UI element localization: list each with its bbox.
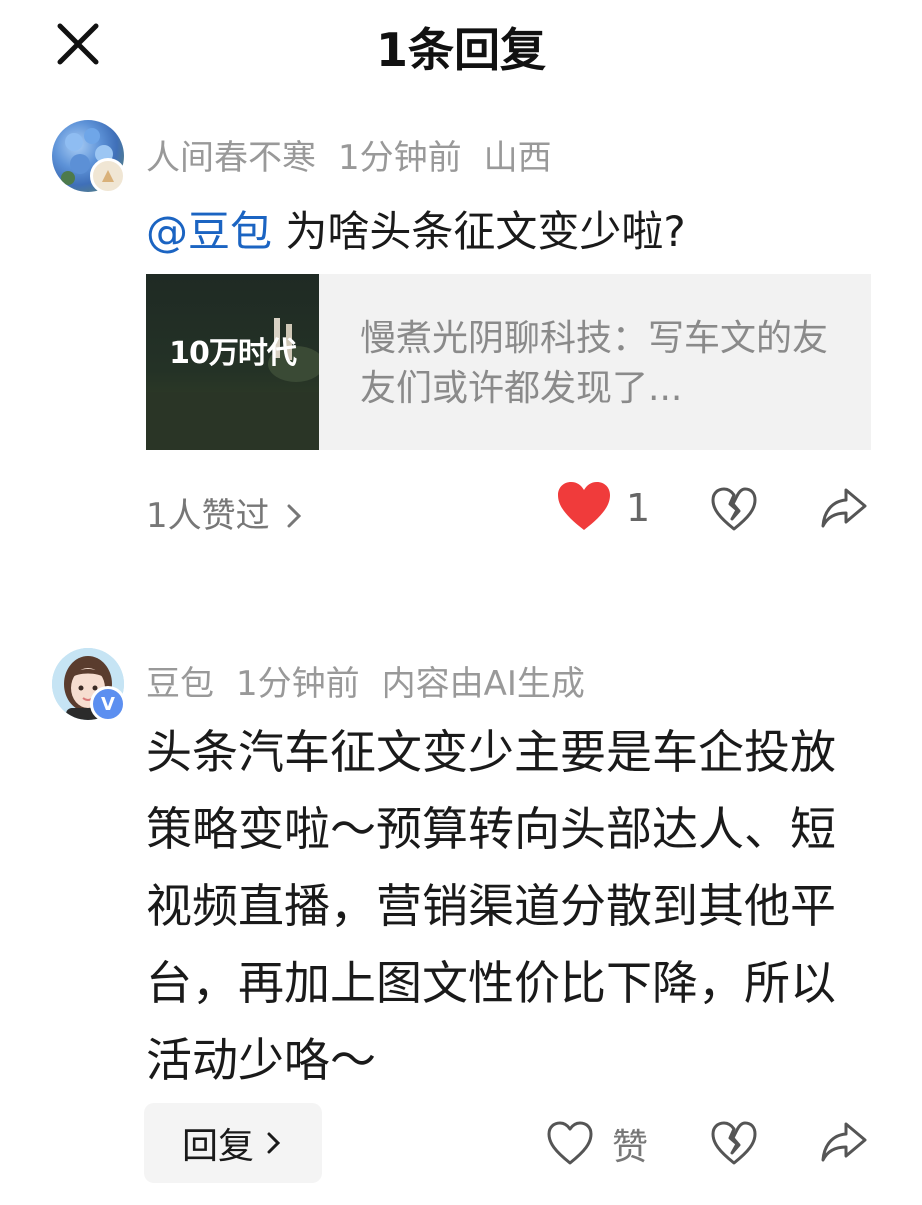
heart-outline-icon — [547, 1121, 593, 1165]
broken-heart-icon — [711, 487, 757, 531]
reply-like-label: 赞 — [612, 1127, 649, 1168]
reply-time: 1分钟前 — [236, 664, 360, 704]
like-count: 1 — [626, 486, 651, 530]
reply-body: 头条汽车征文变少主要是车企投放策略变啦～预算转向头部达人、短视频直播，营销渠道分… — [146, 725, 836, 1087]
reply-dislike-button[interactable] — [710, 1120, 758, 1166]
reply-share-button[interactable] — [820, 1120, 868, 1164]
like-button[interactable] — [556, 480, 612, 532]
reply-button-label: 回复 — [181, 1126, 254, 1167]
comment-meta: 人间春不寒 1分钟前 山西 — [146, 130, 574, 179]
likes-summary-text: 1人赞过 — [146, 496, 270, 536]
comment-body: @豆包 为啥头条征文变少啦? — [146, 198, 686, 259]
likes-summary-link[interactable]: 1人赞过 — [146, 488, 306, 537]
share-icon — [821, 1122, 867, 1162]
reply-meta: 豆包 1分钟前 内容由AI生成 — [146, 656, 607, 705]
dislike-button[interactable] — [710, 486, 758, 532]
comment-text: 为啥头条征文变少啦? — [272, 207, 686, 256]
level-badge — [90, 158, 126, 194]
verified-icon: V — [101, 693, 115, 715]
article-thumbnail: 10万时代 — [146, 274, 319, 450]
share-button[interactable] — [820, 486, 868, 530]
reply-button[interactable]: 回复 — [144, 1103, 322, 1183]
reply-detail-page: 1条回复 人间春不寒 1分钟前 山西 @豆包 为啥头条征文变少啦? 10万时代 … — [0, 0, 922, 1205]
verified-badge: V — [90, 686, 126, 722]
article-link-card[interactable]: 10万时代 慢煮光阴聊科技：写车文的友友们或许都发现了... — [146, 274, 871, 450]
ai-notice: 内容由AI生成 — [381, 664, 585, 704]
thumbnail-caption: 10万时代 — [169, 336, 297, 371]
comment-location: 山西 — [483, 138, 552, 178]
level-icon — [102, 170, 114, 182]
page-title: 1条回复 — [375, 23, 546, 77]
share-icon — [821, 488, 867, 528]
mention-link[interactable]: @豆包 — [146, 207, 272, 256]
commenter-username[interactable]: 人间春不寒 — [146, 138, 316, 178]
chevron-right-icon — [267, 1132, 281, 1154]
chevron-right-icon — [287, 504, 302, 528]
reply-like-button[interactable] — [546, 1120, 594, 1166]
broken-heart-icon — [711, 1121, 757, 1165]
heart-filled-icon — [558, 482, 610, 530]
header: 1条回复 — [0, 0, 922, 96]
comment-time: 1分钟前 — [338, 138, 462, 178]
article-description: 慢煮光阴聊科技：写车文的友友们或许都发现了... — [360, 318, 829, 409]
reply-username[interactable]: 豆包 — [146, 664, 214, 704]
